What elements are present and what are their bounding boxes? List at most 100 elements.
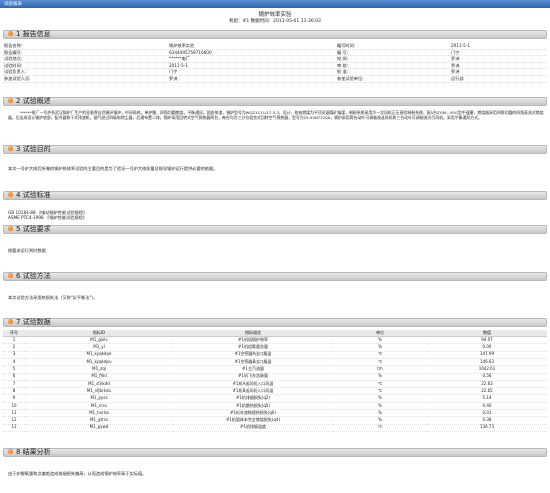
info-row: 参加试验人员: 罗洲 参加试验单位: 运行部	[3, 76, 547, 83]
table-row: 11 M1_hxrlss #1机灰渣物理热损失(q6)% 0.01	[3, 409, 547, 418]
table-cell: #1主汽流量	[173, 365, 333, 374]
table-cell: M1_fhkl	[25, 373, 173, 381]
table-cell: %	[333, 416, 427, 425]
info-value: 2011-5-1	[451, 43, 471, 48]
section-header-requirements: 5 试验要求	[3, 225, 547, 234]
info-label: 编写时间:	[337, 43, 356, 48]
section-header-report-info: 1 报告信息	[3, 30, 547, 39]
table-cell: M1_kyqkdpe	[25, 351, 173, 360]
table-cell: 2	[3, 343, 25, 352]
table-cell: M1_sfjrkdd	[25, 380, 173, 389]
table-cell: M1_pywd	[25, 424, 173, 432]
table-cell: 11	[3, 409, 25, 418]
info-value: ******电厂	[169, 56, 190, 62]
table-row: 6 M1_fhkl #1机飞灰含碳量% 0.56	[3, 373, 547, 381]
bullet-icon	[8, 226, 13, 231]
section-title: 5 试验要求	[16, 225, 51, 233]
table-row: 13 M1_pywd #1机排烟温度 ℃ 136.73	[3, 424, 547, 432]
column-header: 序号	[3, 330, 25, 338]
table-cell: 0.00	[427, 343, 547, 352]
info-value: 锅炉效率实验	[169, 43, 195, 48]
info-value: 罗洲	[451, 56, 460, 62]
method-text: 本次试验方法采用热损失法（又称"反平衡法"）。	[8, 295, 98, 300]
table-cell: %	[333, 343, 427, 352]
table-cell: 5.14	[427, 394, 547, 403]
table-row: 5 M1_zql #1主汽流量 t/h 1042.61	[3, 365, 547, 374]
table-cell: 0.38	[427, 416, 547, 425]
table-row: 7 M1_sfjrkdd #1机A送风机入口风温 ℃ 22.63	[3, 380, 547, 389]
standard-item: ASME PTC4-1998 《锅炉性能试验规程》	[8, 215, 87, 220]
section-header-standards: 4 试验标准	[3, 191, 547, 200]
table-cell: M1_gtrss	[25, 416, 173, 425]
info-value: 罗洲	[451, 69, 460, 75]
overview-text: ******电厂一号炉系武汉锅炉厂生产的亚临界自然循环锅炉，中间再热，单炉膛、四…	[8, 110, 544, 120]
column-header: 单位	[333, 330, 427, 338]
table-cell: #1机A送风机入口风温	[173, 380, 333, 389]
table-cell: #1机灰渣物理热损失(q6)	[173, 409, 333, 418]
table-cell: #1机排烟损失(q2)	[173, 394, 333, 403]
table-row: 4 M1_kyqkdpu #1空预器B出口烟温 ℃ 146.63	[3, 358, 547, 367]
table-header-row: 序号 指标ID 指标描述 单位 数值	[3, 330, 547, 338]
table-cell: 1042.61	[427, 365, 547, 374]
table-cell: #1空预器A出口烟温	[173, 351, 333, 360]
table-cell: 22.65	[427, 387, 547, 396]
section-title: 2 试验概述	[16, 97, 51, 105]
requirement-text: 按要求运行到时数据	[8, 248, 46, 253]
section-header-method: 6 试验方法	[3, 272, 547, 281]
table-cell: 8	[3, 387, 25, 396]
table-cell: M1_sfjbrkdu	[25, 387, 173, 396]
table-cell: M1_pyss	[25, 394, 173, 403]
info-value: 门宁	[451, 49, 460, 55]
table-cell: #1机B送风机入口风温	[173, 387, 333, 396]
info-value: 罗洲	[451, 62, 460, 68]
table-cell: ℃	[333, 380, 427, 389]
section-title: 6 试验方法	[16, 272, 51, 280]
table-cell: %	[333, 394, 427, 403]
column-header: 指标描述	[173, 330, 333, 338]
bullet-icon	[8, 192, 13, 197]
data-table: 序号 指标ID 指标描述 单位 数值 1 M1_glxlv #1机组锅炉效率% 94.…	[3, 330, 547, 432]
info-label: 报告名称:	[4, 43, 23, 48]
info-label: 报告编号:	[4, 49, 23, 55]
table-cell: 146.63	[427, 358, 547, 367]
standard-item: GB 10184-88 《电站锅炉性能试验规程》	[8, 210, 88, 215]
document-title: 锅炉效率实验	[258, 12, 292, 18]
info-label: 审 核：	[337, 62, 351, 68]
table-cell: ℃	[333, 387, 427, 396]
info-row: 报告编号: 6344495759716600 编 写： 门宁	[3, 50, 547, 57]
section-title: 3 试验目的	[16, 145, 51, 153]
table-cell: M1_hxrlss	[25, 409, 173, 418]
table-cell: t/h	[333, 365, 427, 374]
bullet-icon	[8, 98, 13, 103]
table-cell: #1空预器B出口烟温	[173, 358, 333, 367]
table-cell: %	[333, 336, 427, 345]
table-cell: 22.63	[427, 380, 547, 389]
table-cell: M1_glxlv	[25, 336, 173, 345]
table-cell: 7	[3, 380, 25, 389]
table-cell: 136.73	[427, 424, 547, 432]
info-row: 试验地点: ******电厂 校 阅： 罗洲	[3, 56, 547, 63]
table-row: 3 M1_kyqkdpe #1空预器A出口烟温 ℃ 147.99	[3, 351, 547, 360]
table-cell: %	[333, 402, 427, 411]
info-value: 6344495759716600	[169, 49, 212, 55]
table-cell: M1_yl	[25, 343, 173, 352]
table-cell: 13	[3, 424, 25, 432]
bullet-icon	[8, 31, 13, 36]
table-cell: 1	[3, 336, 25, 345]
table-cell: M1_kyqkdpu	[25, 358, 173, 367]
table-cell: 0.56	[427, 373, 547, 381]
table-cell: 147.99	[427, 351, 547, 360]
table-cell: %	[333, 409, 427, 418]
info-value: 2011-5-1	[169, 62, 189, 68]
table-cell: 3	[3, 351, 25, 360]
bullet-icon	[8, 319, 13, 324]
table-cell: ℃	[333, 424, 427, 432]
section-header-purpose: 3 试验目的	[3, 145, 547, 154]
table-cell: 4	[3, 358, 25, 367]
table-cell: #1机组锅炉效率	[173, 336, 333, 345]
info-label: 试验时间:	[4, 62, 23, 68]
table-row: 9 M1_pyss #1机排烟损失(q2)% 5.14	[3, 394, 547, 403]
info-row: 试验负责人： 门宁 批 准： 罗洲	[3, 69, 547, 76]
info-value: 门宁	[169, 69, 178, 75]
info-label: 校 阅：	[337, 56, 351, 62]
